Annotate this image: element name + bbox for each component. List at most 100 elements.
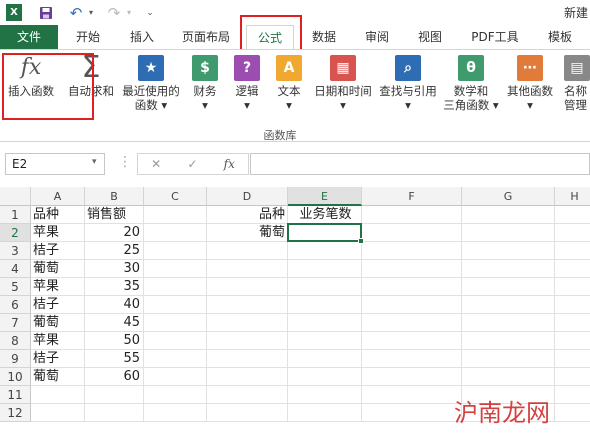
row-header-10[interactable]: 10	[0, 368, 31, 386]
cell-g2[interactable]	[462, 224, 555, 242]
cell-e5[interactable]	[288, 278, 362, 296]
cell-h3[interactable]	[555, 242, 590, 260]
cell-b7[interactable]: 45	[85, 314, 144, 332]
cell-g5[interactable]	[462, 278, 555, 296]
insert-function-button[interactable]: fx 插入函数	[4, 55, 58, 99]
column-header-f[interactable]: F	[362, 187, 462, 206]
cell-b12[interactable]	[85, 404, 144, 422]
autosum-button[interactable]: Σ 自动求和	[64, 53, 118, 99]
row-header-12[interactable]: 12	[0, 404, 31, 422]
cell-b9[interactable]: 55	[85, 350, 144, 368]
cell-d6[interactable]	[207, 296, 288, 314]
cell-g10[interactable]	[462, 368, 555, 386]
cell-h2[interactable]	[555, 224, 590, 242]
row-header-8[interactable]: 8	[0, 332, 31, 350]
datetime-button[interactable]: ▦ 日期和时间 ▾	[310, 55, 376, 112]
cell-d9[interactable]	[207, 350, 288, 368]
row-header-9[interactable]: 9	[0, 350, 31, 368]
column-header-c[interactable]: C	[144, 187, 207, 206]
tab-home[interactable]: 开始	[66, 25, 110, 49]
cell-c10[interactable]	[144, 368, 207, 386]
text-button[interactable]: A 文本 ▾	[274, 55, 304, 112]
row-header-5[interactable]: 5	[0, 278, 31, 296]
cell-f10[interactable]	[362, 368, 462, 386]
tab-insert[interactable]: 插入	[120, 25, 164, 49]
cell-h10[interactable]	[555, 368, 590, 386]
cell-f5[interactable]	[362, 278, 462, 296]
tab-view[interactable]: 视图	[408, 25, 452, 49]
row-header-2[interactable]: 2	[0, 224, 31, 242]
cell-e12[interactable]	[288, 404, 362, 422]
math-trig-button[interactable]: θ 数学和 三角函数 ▾	[438, 55, 504, 112]
cell-a10[interactable]: 葡萄	[31, 368, 85, 386]
row-header-1[interactable]: 1	[0, 206, 31, 224]
cell-f1[interactable]	[362, 206, 462, 224]
cell-f3[interactable]	[362, 242, 462, 260]
cell-e9[interactable]	[288, 350, 362, 368]
column-header-g[interactable]: G	[462, 187, 555, 206]
cell-d5[interactable]	[207, 278, 288, 296]
cell-e1[interactable]: 业务笔数	[288, 206, 362, 224]
row-header-11[interactable]: 11	[0, 386, 31, 404]
recently-used-button[interactable]: ★ 最近使用的 函数 ▾	[118, 55, 184, 112]
cell-h11[interactable]	[555, 386, 590, 404]
column-header-e[interactable]: E	[288, 187, 362, 206]
cell-h9[interactable]	[555, 350, 590, 368]
cell-a2[interactable]: 苹果	[31, 224, 85, 242]
cell-d2[interactable]: 葡萄	[207, 224, 288, 242]
cancel-icon[interactable]: ✕	[151, 157, 161, 171]
cell-a5[interactable]: 苹果	[31, 278, 85, 296]
cell-c4[interactable]	[144, 260, 207, 278]
cell-c12[interactable]	[144, 404, 207, 422]
financial-button[interactable]: $ 财务 ▾	[190, 55, 220, 112]
cell-a12[interactable]	[31, 404, 85, 422]
cell-c9[interactable]	[144, 350, 207, 368]
cell-c2[interactable]	[144, 224, 207, 242]
cell-h6[interactable]	[555, 296, 590, 314]
column-header-d[interactable]: D	[207, 187, 288, 206]
cell-b2[interactable]: 20	[85, 224, 144, 242]
cell-g4[interactable]	[462, 260, 555, 278]
undo-dropdown-icon[interactable]: ▾	[86, 4, 96, 21]
redo-dropdown-icon[interactable]: ▾	[124, 4, 134, 21]
cell-f8[interactable]	[362, 332, 462, 350]
cell-c6[interactable]	[144, 296, 207, 314]
cell-c1[interactable]	[144, 206, 207, 224]
tab-page-layout[interactable]: 页面布局	[172, 25, 240, 49]
cell-b8[interactable]: 50	[85, 332, 144, 350]
row-header-3[interactable]: 3	[0, 242, 31, 260]
cell-f12[interactable]	[362, 404, 462, 422]
name-box-dropdown-icon[interactable]: ▾	[92, 157, 97, 167]
column-header-b[interactable]: B	[85, 187, 144, 206]
cell-e8[interactable]	[288, 332, 362, 350]
cell-b6[interactable]: 40	[85, 296, 144, 314]
cell-d12[interactable]	[207, 404, 288, 422]
cell-g7[interactable]	[462, 314, 555, 332]
cell-e2[interactable]	[288, 224, 362, 242]
save-icon[interactable]	[38, 4, 54, 21]
cell-d4[interactable]	[207, 260, 288, 278]
cell-e3[interactable]	[288, 242, 362, 260]
cell-h12[interactable]	[555, 404, 590, 422]
cell-c7[interactable]	[144, 314, 207, 332]
tab-formulas[interactable]: 公式	[246, 25, 294, 50]
formula-input[interactable]	[250, 153, 590, 175]
cell-h5[interactable]	[555, 278, 590, 296]
cell-f9[interactable]	[362, 350, 462, 368]
tab-data[interactable]: 数据	[302, 25, 346, 49]
column-header-a[interactable]: A	[31, 187, 85, 206]
cell-c3[interactable]	[144, 242, 207, 260]
cell-h4[interactable]	[555, 260, 590, 278]
cell-h8[interactable]	[555, 332, 590, 350]
row-header-6[interactable]: 6	[0, 296, 31, 314]
cell-d3[interactable]	[207, 242, 288, 260]
cell-b5[interactable]: 35	[85, 278, 144, 296]
cell-f11[interactable]	[362, 386, 462, 404]
cell-a9[interactable]: 桔子	[31, 350, 85, 368]
cell-e10[interactable]	[288, 368, 362, 386]
cell-h1[interactable]	[555, 206, 590, 224]
cell-f4[interactable]	[362, 260, 462, 278]
cell-b10[interactable]: 60	[85, 368, 144, 386]
cell-a7[interactable]: 葡萄	[31, 314, 85, 332]
column-header-h[interactable]: H	[555, 187, 590, 206]
